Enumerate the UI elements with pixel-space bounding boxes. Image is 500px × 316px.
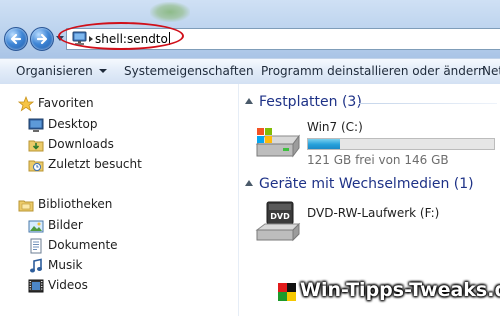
recent-places-icon bbox=[28, 160, 44, 172]
network-button[interactable]: Net bbox=[482, 64, 500, 78]
highlight-annotation-ellipse bbox=[58, 22, 184, 50]
address-bar-area: shell:sendto bbox=[0, 0, 500, 58]
sidebar-item-label: Musik bbox=[48, 258, 83, 272]
back-button[interactable] bbox=[4, 27, 28, 51]
watermark-logo-icon bbox=[278, 283, 296, 301]
dvd-drive-icon: DVD bbox=[255, 201, 301, 242]
uninstall-label: Programm deinstallieren oder ändern bbox=[261, 64, 486, 78]
command-toolbar: Organisieren Systemeigenschaften Program… bbox=[0, 58, 500, 85]
libraries-label: Bibliotheken bbox=[38, 197, 113, 211]
organize-menu-button[interactable]: Organisieren bbox=[16, 64, 107, 78]
hard-drive-icon bbox=[255, 128, 300, 158]
dvd-logo-text: DVD bbox=[270, 212, 290, 221]
downloads-folder-icon bbox=[28, 140, 44, 152]
removable-media-group-header[interactable]: Geräte mit Wechselmedien (1) bbox=[245, 176, 500, 194]
collapse-triangle-icon bbox=[245, 98, 253, 104]
libraries-icon bbox=[18, 200, 34, 212]
sidebar-item-label: Dokumente bbox=[48, 238, 118, 252]
removable-header-label: Geräte mit Wechselmedien (1) bbox=[259, 176, 474, 192]
background-glass-blob bbox=[150, 2, 190, 22]
system-properties-button[interactable]: Systemeigenschaften bbox=[124, 64, 254, 78]
organize-label: Organisieren bbox=[16, 64, 93, 78]
drive-c-capacity-fill bbox=[308, 139, 340, 149]
navigation-pane: Favoriten Desktop Downloads Zuletzt besu… bbox=[0, 84, 239, 316]
uninstall-program-button[interactable]: Programm deinstallieren oder ändern bbox=[261, 64, 486, 78]
arrow-right-icon bbox=[36, 33, 48, 45]
arrow-left-icon bbox=[10, 33, 22, 45]
videos-icon bbox=[28, 279, 44, 293]
sidebar-item-label: Downloads bbox=[48, 137, 114, 151]
group-divider bbox=[359, 103, 497, 104]
system-properties-label: Systemeigenschaften bbox=[124, 64, 254, 78]
chevron-down-icon bbox=[98, 69, 107, 73]
drive-c-name: Win7 (C:) bbox=[307, 120, 363, 134]
network-label: Net bbox=[482, 64, 500, 78]
collapse-triangle-icon bbox=[245, 180, 253, 186]
favorites-label: Favoriten bbox=[38, 96, 94, 110]
star-icon bbox=[18, 96, 34, 112]
forward-button[interactable] bbox=[30, 27, 54, 51]
drive-c-capacity-bar bbox=[307, 138, 495, 150]
desktop-icon bbox=[28, 118, 44, 132]
dvd-drive-item[interactable]: DVD DVD-RW-Laufwerk (F:) bbox=[253, 198, 499, 246]
sidebar-item-label: Bilder bbox=[48, 218, 83, 232]
pictures-icon bbox=[28, 220, 44, 233]
documents-icon bbox=[30, 238, 42, 254]
drive-c-item[interactable]: Win7 (C:) 121 GB frei von 146 GB bbox=[253, 118, 499, 167]
drive-c-free-space: 121 GB frei von 146 GB bbox=[307, 153, 449, 167]
sidebar-item-label: Desktop bbox=[48, 117, 98, 131]
dvd-drive-name: DVD-RW-Laufwerk (F:) bbox=[307, 206, 440, 220]
sidebar-item-label: Zuletzt besucht bbox=[48, 157, 142, 171]
hard-drives-header-label: Festplatten (3) bbox=[259, 94, 362, 110]
watermark-text: Win-Tipps-Tweaks.de bbox=[300, 279, 500, 301]
watermark: Win-Tipps-Tweaks.de bbox=[278, 279, 500, 310]
sidebar-item-label: Videos bbox=[48, 278, 88, 292]
music-icon bbox=[30, 258, 42, 273]
